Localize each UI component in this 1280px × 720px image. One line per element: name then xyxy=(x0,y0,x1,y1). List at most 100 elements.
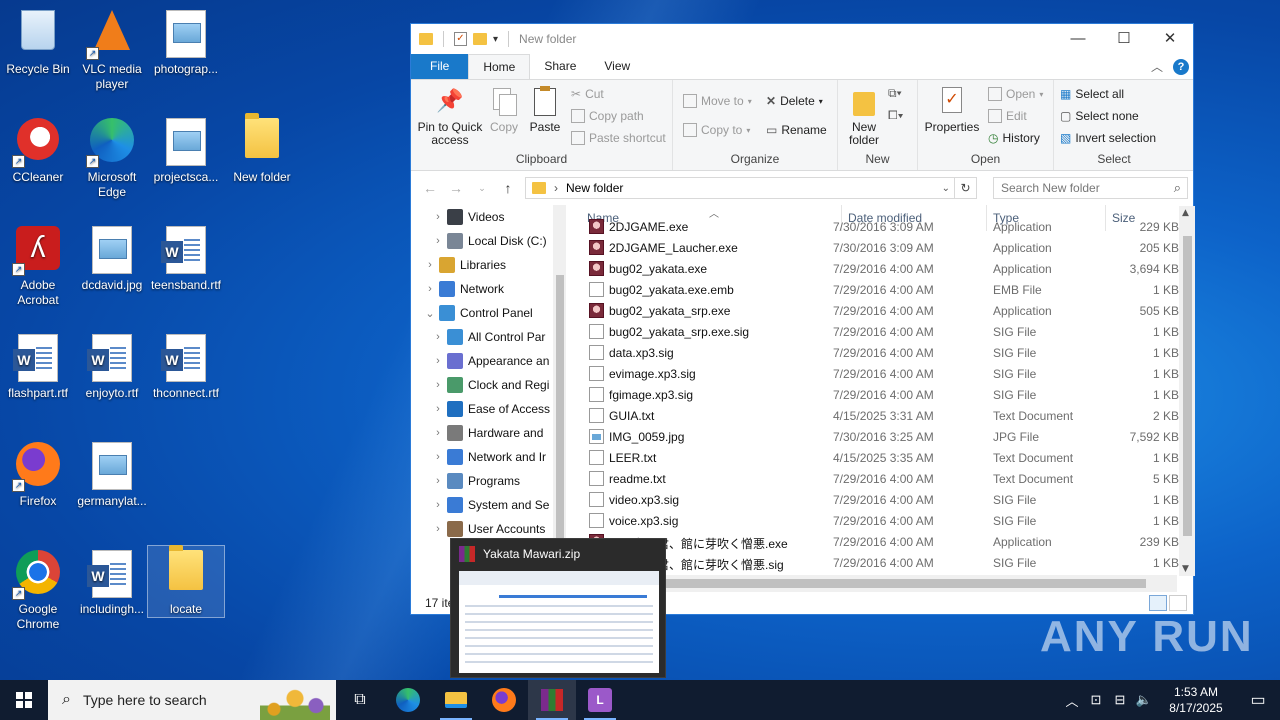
file-explorer-taskbar-icon[interactable] xyxy=(432,680,480,720)
large-icons-view-icon[interactable] xyxy=(1169,595,1187,611)
desktop-icon[interactable]: ↗ Microsoft Edge xyxy=(74,114,150,200)
nav-item[interactable]: › Local Disk (C:) xyxy=(411,229,566,253)
expand-chevron-icon[interactable]: › xyxy=(429,475,447,487)
details-view-icon[interactable] xyxy=(1149,595,1167,611)
nav-item[interactable]: › Network xyxy=(411,277,566,301)
desktop-icon[interactable]: New folder xyxy=(224,113,300,185)
history-button[interactable]: ◷ History xyxy=(988,131,1040,145)
desktop-icon[interactable]: locate xyxy=(147,545,225,618)
expand-chevron-icon[interactable]: › xyxy=(429,403,447,415)
maximize-button[interactable]: ☐ xyxy=(1101,24,1147,54)
expand-chevron-icon[interactable]: ⌄ xyxy=(421,307,439,320)
search-input[interactable]: Search New folder ⌕ xyxy=(993,177,1188,199)
paste-shortcut-button[interactable]: Paste shortcut xyxy=(571,131,666,145)
file-row[interactable]: 死に逝く君、館に芽吹く憎悪.exe 7/29/2016 4:00 AM Applic… xyxy=(581,531,1181,552)
clock[interactable]: 1:53 AM 8/17/2025 xyxy=(1156,684,1236,716)
file-row[interactable]: video.xp3.sig 7/29/2016 4:00 AM SIG File 1 … xyxy=(581,489,1181,510)
desktop-icon[interactable]: Recycle Bin xyxy=(0,6,76,77)
properties-quick-icon[interactable]: ✓ xyxy=(454,32,467,46)
desktop-icon[interactable]: ↗ CCleaner xyxy=(0,114,76,185)
file-row[interactable]: bug02_yakata_srp.exe 7/29/2016 4:00 AM App… xyxy=(581,300,1181,321)
address-dropdown-icon[interactable]: ⌄ xyxy=(942,183,950,194)
start-button[interactable] xyxy=(0,680,48,720)
rename-button[interactable]: ▭ Rename xyxy=(766,123,827,137)
desktop-icon[interactable]: photograp... xyxy=(148,6,224,77)
refresh-icon[interactable]: ↻ xyxy=(954,178,976,198)
desktop-icon[interactable]: ↗ Google Chrome xyxy=(0,546,76,632)
expand-chevron-icon[interactable]: › xyxy=(429,451,447,463)
recent-dropdown-icon[interactable]: ⌄ xyxy=(473,183,491,194)
file-row[interactable]: fgimage.xp3.sig 7/29/2016 4:00 AM SIG File… xyxy=(581,384,1181,405)
expand-chevron-icon[interactable]: › xyxy=(429,523,447,535)
taskbar-search-box[interactable]: ⌕ Type here to search xyxy=(48,680,336,720)
paste-button[interactable]: Paste xyxy=(527,86,563,134)
nav-item[interactable]: › Libraries xyxy=(411,253,566,277)
tab-share[interactable]: Share xyxy=(530,54,590,79)
collapse-ribbon-icon[interactable]: ︿ xyxy=(1151,58,1163,75)
properties-button[interactable]: ✓ Properties xyxy=(924,86,980,134)
desktop-icon[interactable]: ʎ ↗ Adobe Acrobat xyxy=(0,222,76,308)
taskbar-thumbnail[interactable]: Yakata Mawari.zip xyxy=(450,538,666,678)
volume-icon[interactable]: 🔈 xyxy=(1132,692,1156,708)
file-row[interactable]: bug02_yakata.exe 7/29/2016 4:00 AM Applica… xyxy=(581,258,1181,279)
nav-item[interactable]: › All Control Par xyxy=(411,325,566,349)
expand-chevron-icon[interactable]: › xyxy=(429,427,447,439)
desktop-icon[interactable]: Wflashpart.rtf xyxy=(0,330,76,401)
nav-item[interactable]: › Videos xyxy=(411,205,566,229)
desktop-icon[interactable]: ↗ VLC media player xyxy=(74,6,150,92)
minimize-button[interactable]: — xyxy=(1055,24,1101,54)
breadcrumb[interactable]: New folder xyxy=(566,181,623,195)
expand-chevron-icon[interactable]: › xyxy=(429,211,447,223)
forward-arrow-icon[interactable]: → xyxy=(447,180,465,196)
nav-item[interactable]: › Network and Ir xyxy=(411,445,566,469)
l-app-taskbar-icon[interactable]: L xyxy=(576,680,624,720)
desktop-icon[interactable]: Wteensband.rtf xyxy=(148,222,224,293)
expand-chevron-icon[interactable]: › xyxy=(429,355,447,367)
file-row[interactable]: 2DJGAME_Laucher.exe 7/30/2016 3:09 AM Appl… xyxy=(581,237,1181,258)
winrar-taskbar-icon[interactable] xyxy=(528,680,576,720)
copy-path-button[interactable]: Copy path xyxy=(571,109,644,123)
file-row[interactable]: readme.txt 7/29/2016 4:00 AM Text Document… xyxy=(581,468,1181,489)
nav-item[interactable]: › Clock and Regi xyxy=(411,373,566,397)
file-row[interactable]: bug02_yakata_srp.exe.sig 7/29/2016 4:00 A… xyxy=(581,321,1181,342)
device-icon[interactable]: ⊡ xyxy=(1084,692,1108,708)
pin-quick-access-button[interactable]: 📌 Pin to Quick access xyxy=(417,86,483,147)
file-row[interactable]: evimage.xp3.sig 7/29/2016 4:00 AM SIG File… xyxy=(581,363,1181,384)
nav-item[interactable]: › Ease of Access xyxy=(411,397,566,421)
invert-selection-button[interactable]: ▧ Invert selection xyxy=(1060,131,1156,145)
copy-to-button[interactable]: Copy to ▾ xyxy=(683,123,750,137)
file-row[interactable]: data.xp3.sig 7/29/2016 4:00 AM SIG File 1 K… xyxy=(581,342,1181,363)
notifications-icon[interactable]: ▭ xyxy=(1236,690,1280,710)
tab-file[interactable]: File xyxy=(411,54,469,79)
up-arrow-icon[interactable]: ↑ xyxy=(499,180,517,196)
expand-chevron-icon[interactable]: › xyxy=(429,235,447,247)
desktop-icon[interactable]: projectsca... xyxy=(148,114,224,185)
cut-button[interactable]: ✂ Cut xyxy=(571,87,604,101)
move-to-button[interactable]: Move to ▾ xyxy=(683,94,752,108)
customize-quick-access-icon[interactable]: ▾ xyxy=(493,34,498,45)
nav-item[interactable]: › Hardware and xyxy=(411,421,566,445)
show-hidden-icons-icon[interactable]: ︿ xyxy=(1060,691,1084,710)
desktop-icon[interactable]: dcdavid.jpg xyxy=(74,222,150,293)
expand-chevron-icon[interactable]: › xyxy=(421,283,439,295)
help-icon[interactable]: ? xyxy=(1173,58,1189,75)
file-row[interactable]: 死に逝く君、館に芽吹く憎悪.sig 7/29/2016 4:00 AM SIG Fi… xyxy=(581,552,1181,573)
tab-home[interactable]: Home xyxy=(468,54,531,79)
file-row[interactable]: 2DJGAME.exe 7/30/2016 3:09 AM Application 2… xyxy=(581,216,1181,237)
file-row[interactable]: voice.xp3.sig 7/29/2016 4:00 AM SIG File 1 … xyxy=(581,510,1181,531)
edge-taskbar-icon[interactable] xyxy=(384,680,432,720)
file-list-scrollbar[interactable]: ▲ ▼ xyxy=(1179,206,1195,576)
expand-chevron-icon[interactable]: › xyxy=(429,331,447,343)
select-none-button[interactable]: ▢ Select none xyxy=(1060,109,1139,123)
desktop-icon[interactable]: Wenjoyto.rtf xyxy=(74,330,150,401)
nav-item[interactable]: › System and Se xyxy=(411,493,566,517)
easy-access-button[interactable]: ⧠▾ xyxy=(888,108,903,123)
desktop-icon[interactable]: Wthconnect.rtf xyxy=(148,330,224,401)
nav-item[interactable]: › Programs xyxy=(411,469,566,493)
back-arrow-icon[interactable]: ← xyxy=(421,180,439,196)
open-button[interactable]: Open ▾ xyxy=(988,87,1043,101)
horizontal-scrollbar[interactable] xyxy=(581,575,1177,592)
task-view-icon[interactable]: ⧉ xyxy=(336,680,384,720)
select-all-button[interactable]: ▦ Select all xyxy=(1060,87,1124,101)
nav-item[interactable]: ⌄ Control Panel xyxy=(411,301,566,325)
